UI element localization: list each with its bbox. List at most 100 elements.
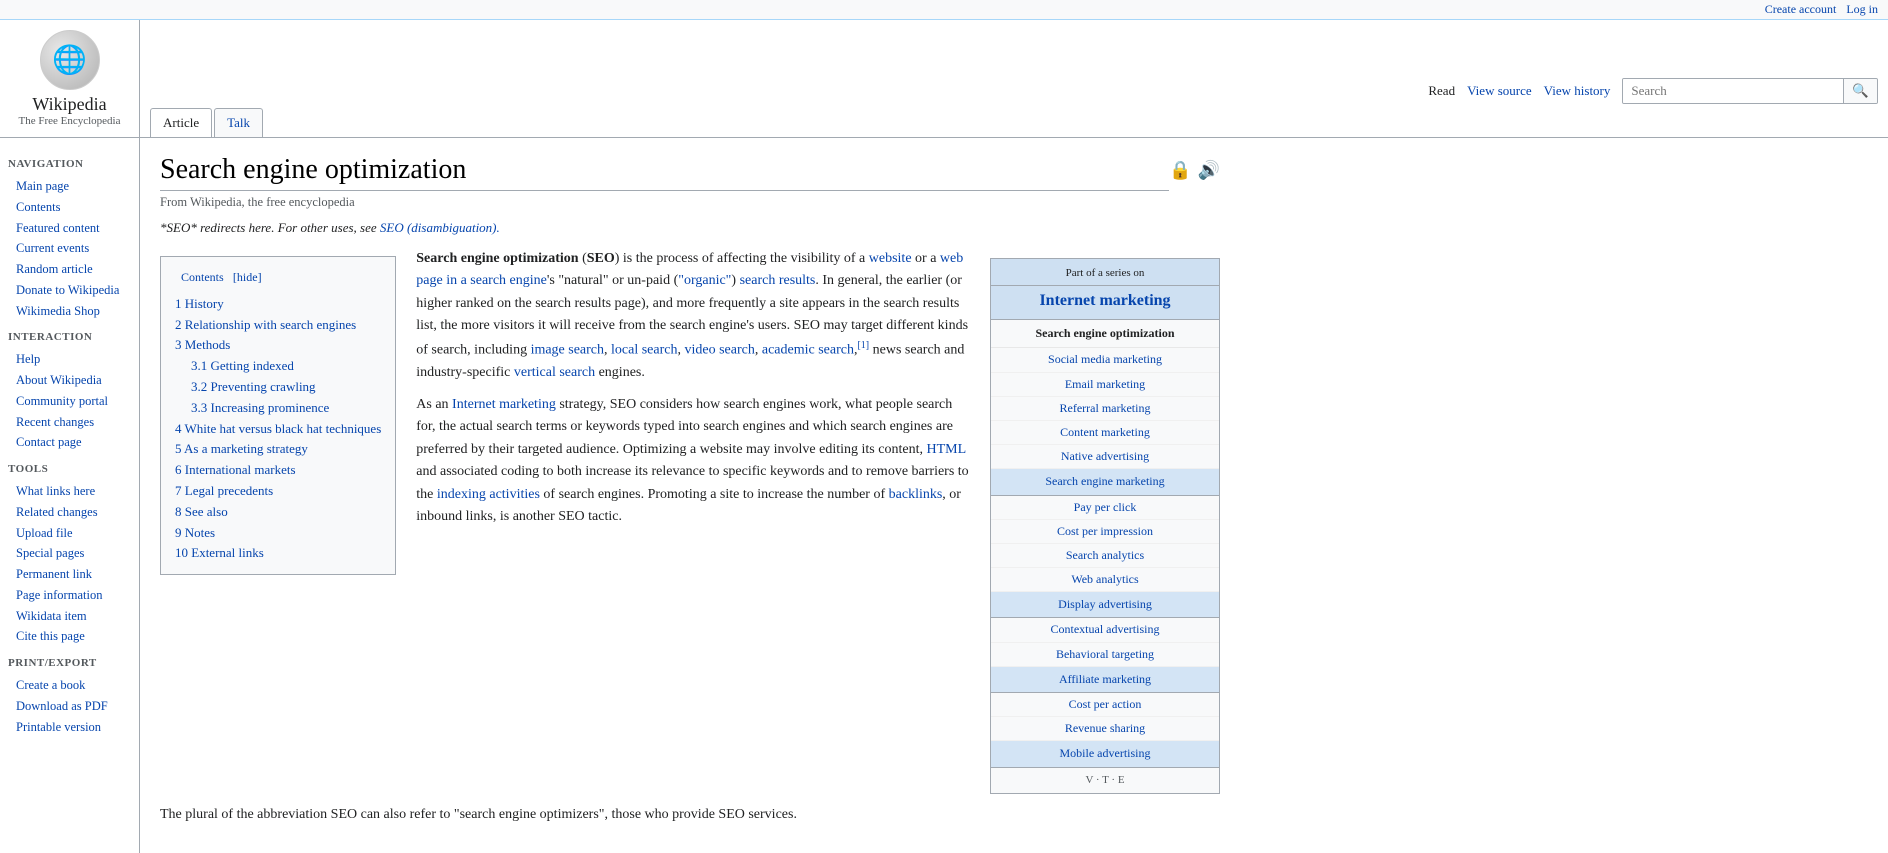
sidebar-item-featured[interactable]: Featured content: [8, 218, 131, 239]
search-button[interactable]: 🔍: [1843, 79, 1877, 103]
redirect-note-text: *SEO* redirects here. For other uses, se…: [160, 220, 377, 235]
indexing-link[interactable]: indexing activities: [437, 487, 540, 502]
sidebar-item-contact[interactable]: Contact page: [8, 432, 131, 453]
redirect-note: *SEO* redirects here. For other uses, se…: [160, 220, 1220, 236]
toc-link-6[interactable]: 6 International markets: [175, 462, 296, 477]
sidebar-item-related-changes[interactable]: Related changes: [8, 502, 131, 523]
infobox-native-advertising[interactable]: Native advertising: [991, 445, 1219, 469]
toc-item-9: 9 Notes: [175, 523, 381, 544]
create-account-link[interactable]: Create account: [1765, 2, 1837, 17]
search-input[interactable]: [1623, 79, 1843, 103]
infobox-cost-per-action[interactable]: Cost per action: [991, 693, 1219, 717]
page-title-row: Search engine optimization 🔒 🔊: [160, 154, 1220, 191]
infobox-content-marketing[interactable]: Content marketing: [991, 421, 1219, 445]
website-link[interactable]: website: [869, 251, 912, 266]
toc-link-3-3[interactable]: 3.3 Increasing prominence: [191, 400, 329, 415]
main-text: Contents [hide] 1 History 2 Relationship…: [160, 248, 1220, 827]
interaction-section-title: Interaction: [8, 331, 131, 345]
toc-item-2: 2 Relationship with search engines: [175, 315, 381, 336]
sidebar-item-current-events[interactable]: Current events: [8, 238, 131, 259]
vertical-search-link[interactable]: vertical search: [514, 365, 595, 380]
navigation-section-title: Navigation: [8, 158, 131, 172]
sidebar-item-what-links[interactable]: What links here: [8, 481, 131, 502]
sidebar-item-download-pdf[interactable]: Download as PDF: [8, 696, 131, 717]
sidebar-item-contents[interactable]: Contents: [8, 197, 131, 218]
infobox-footer: V · T · E: [991, 768, 1219, 794]
sidebar-item-community[interactable]: Community portal: [8, 391, 131, 412]
infobox-web-analytics[interactable]: Web analytics: [991, 568, 1219, 592]
toc-link-10[interactable]: 10 External links: [175, 545, 264, 560]
html-link[interactable]: HTML: [926, 442, 965, 457]
toc-link-3[interactable]: 3 Methods: [175, 337, 230, 352]
toc-link-8[interactable]: 8 See also: [175, 504, 228, 519]
sidebar-item-upload[interactable]: Upload file: [8, 523, 131, 544]
sidebar-item-random[interactable]: Random article: [8, 259, 131, 280]
infobox-ppc[interactable]: Pay per click: [991, 496, 1219, 520]
sidebar-item-help[interactable]: Help: [8, 349, 131, 370]
infobox-email-marketing[interactable]: Email marketing: [991, 373, 1219, 397]
tools-section-title: Tools: [8, 463, 131, 477]
toc-link-1[interactable]: 1 History: [175, 296, 224, 311]
sidebar-item-cite[interactable]: Cite this page: [8, 626, 131, 647]
contents-label: Contents: [181, 270, 224, 284]
toc-link-3-2[interactable]: 3.2 Preventing crawling: [191, 379, 316, 394]
infobox-referral-marketing[interactable]: Referral marketing: [991, 397, 1219, 421]
speaker-icon: 🔊: [1198, 160, 1220, 181]
talk-tab[interactable]: Talk: [214, 108, 263, 137]
right-nav: Read View source View history 🔍: [140, 74, 1888, 108]
toc-link-5[interactable]: 5 As a marketing strategy: [175, 441, 308, 456]
backlinks-link[interactable]: backlinks: [889, 487, 943, 502]
infobox-mobile-section: Mobile advertising: [991, 741, 1219, 767]
lock-icon: 🔒: [1169, 160, 1191, 181]
sidebar-item-create-book[interactable]: Create a book: [8, 675, 131, 696]
sidebar: Navigation Main page Contents Featured c…: [0, 138, 140, 853]
log-in-link[interactable]: Log in: [1846, 2, 1878, 17]
sidebar-item-special[interactable]: Special pages: [8, 543, 131, 564]
internet-marketing-link[interactable]: Internet marketing: [452, 397, 556, 412]
toc-item-6: 6 International markets: [175, 460, 381, 481]
video-search-link[interactable]: video search: [685, 342, 755, 357]
contents-header: Contents [hide]: [175, 267, 381, 288]
article-tab[interactable]: Article: [150, 108, 212, 137]
ref-1[interactable]: [1]: [857, 340, 869, 351]
toc-link-7[interactable]: 7 Legal precedents: [175, 483, 273, 498]
toc-link-4[interactable]: 4 White hat versus black hat techniques: [175, 421, 381, 436]
contents-hide-toggle[interactable]: [hide]: [233, 270, 262, 284]
infobox-revenue-sharing[interactable]: Revenue sharing: [991, 717, 1219, 741]
seo-disambiguation-link[interactable]: SEO (disambiguation).: [380, 220, 500, 235]
infobox-search-analytics[interactable]: Search analytics: [991, 544, 1219, 568]
view-source-tab[interactable]: View source: [1467, 83, 1532, 99]
sidebar-item-permanent[interactable]: Permanent link: [8, 564, 131, 585]
image-search-link[interactable]: image search: [531, 342, 604, 357]
local-search-link[interactable]: local search: [611, 342, 677, 357]
toc-link-3-1[interactable]: 3.1 Getting indexed: [191, 358, 294, 373]
sidebar-item-wikidata[interactable]: Wikidata item: [8, 606, 131, 627]
view-history-tab[interactable]: View history: [1544, 83, 1611, 99]
academic-search-link[interactable]: academic search: [762, 342, 854, 357]
sidebar-item-main-page[interactable]: Main page: [8, 176, 131, 197]
organic-link[interactable]: "organic": [678, 273, 731, 288]
tabs: Article Talk: [140, 108, 1888, 137]
infobox-social-media[interactable]: Social media marketing: [991, 348, 1219, 372]
sidebar-item-printable[interactable]: Printable version: [8, 717, 131, 738]
infobox-behavioral[interactable]: Behavioral targeting: [991, 643, 1219, 667]
search-results-link[interactable]: search results: [740, 273, 816, 288]
logo-area: 🌐 Wikipedia The Free Encyclopedia: [0, 20, 140, 137]
infobox-cpi[interactable]: Cost per impression: [991, 520, 1219, 544]
read-tab[interactable]: Read: [1428, 83, 1455, 99]
infobox-seo-section: Search engine optimization: [991, 320, 1219, 348]
toc-link-9[interactable]: 9 Notes: [175, 525, 215, 540]
toc-link-2[interactable]: 2 Relationship with search engines: [175, 317, 356, 332]
toc-item-3: 3 Methods: [175, 335, 381, 356]
wikipedia-subtitle: The Free Encyclopedia: [18, 115, 120, 127]
sidebar-item-recent-changes[interactable]: Recent changes: [8, 412, 131, 433]
sidebar-item-wikimedia-shop[interactable]: Wikimedia Shop: [8, 301, 131, 322]
header: 🌐 Wikipedia The Free Encyclopedia Read V…: [0, 20, 1888, 138]
sidebar-item-about[interactable]: About Wikipedia: [8, 370, 131, 391]
sidebar-item-donate[interactable]: Donate to Wikipedia: [8, 280, 131, 301]
infobox: Part of a series on Internet marketing S…: [990, 258, 1220, 794]
layout: Navigation Main page Contents Featured c…: [0, 138, 1888, 853]
infobox-series-label: Part of a series on: [991, 259, 1219, 286]
infobox-contextual[interactable]: Contextual advertising: [991, 618, 1219, 642]
sidebar-item-page-info[interactable]: Page information: [8, 585, 131, 606]
